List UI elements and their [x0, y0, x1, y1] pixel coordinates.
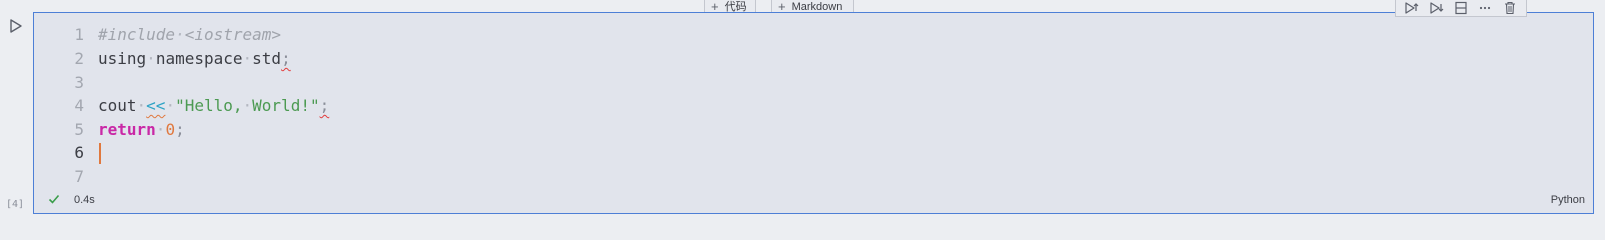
add-code-label: 代码 — [724, 0, 747, 13]
line-number: 4 — [74, 96, 84, 115]
add-markdown-label: Markdown — [791, 0, 843, 13]
code-line-text: return·0; — [98, 120, 185, 139]
text-cursor — [99, 143, 101, 164]
split-cell-icon[interactable] — [1453, 1, 1469, 15]
code-line: 5 return·0; — [34, 118, 1593, 141]
code-editor[interactable]: 1 #include·<iostream> 2 using·namespace·… — [34, 13, 1593, 193]
code-line: 7 — [34, 165, 1593, 188]
line-number: 3 — [74, 73, 84, 92]
play-icon — [10, 19, 22, 33]
plus-icon: + — [711, 0, 719, 14]
cell-status-bar: 0.4s Python — [34, 189, 1593, 213]
code-line-text: #include·<iostream> — [98, 25, 282, 44]
check-icon — [48, 193, 60, 208]
cell-toolbar — [1395, 0, 1527, 17]
code-line: 3 — [34, 71, 1593, 94]
more-icon[interactable] — [1477, 1, 1493, 15]
code-line-text: cout·<<·"Hello,·World!"; — [98, 96, 330, 115]
code-line: 1 #include·<iostream> — [34, 23, 1593, 46]
code-line: 4 cout·<<·"Hello,·World!"; — [34, 94, 1593, 117]
execution-time: 0.4s — [74, 194, 95, 206]
code-line: 6 — [34, 141, 1593, 164]
run-below-icon[interactable] — [1429, 1, 1445, 15]
line-number: 6 — [74, 143, 84, 162]
plus-icon: + — [778, 0, 786, 14]
delete-icon[interactable] — [1502, 1, 1518, 15]
cell-language-selector[interactable]: Python — [1551, 194, 1585, 206]
code-line: 2 using·namespace·std; — [34, 47, 1593, 70]
line-number: 1 — [74, 25, 84, 44]
code-line-text: using·namespace·std; — [98, 49, 291, 68]
run-cell-button[interactable] — [9, 18, 23, 34]
line-number: 5 — [74, 120, 84, 139]
run-above-icon[interactable] — [1404, 1, 1420, 15]
execution-count: [4] — [6, 199, 25, 210]
line-number: 2 — [74, 49, 84, 68]
cell-gutter: [4] — [0, 0, 32, 220]
line-number: 7 — [74, 167, 84, 186]
code-cell[interactable]: 1 #include·<iostream> 2 using·namespace·… — [33, 12, 1594, 214]
